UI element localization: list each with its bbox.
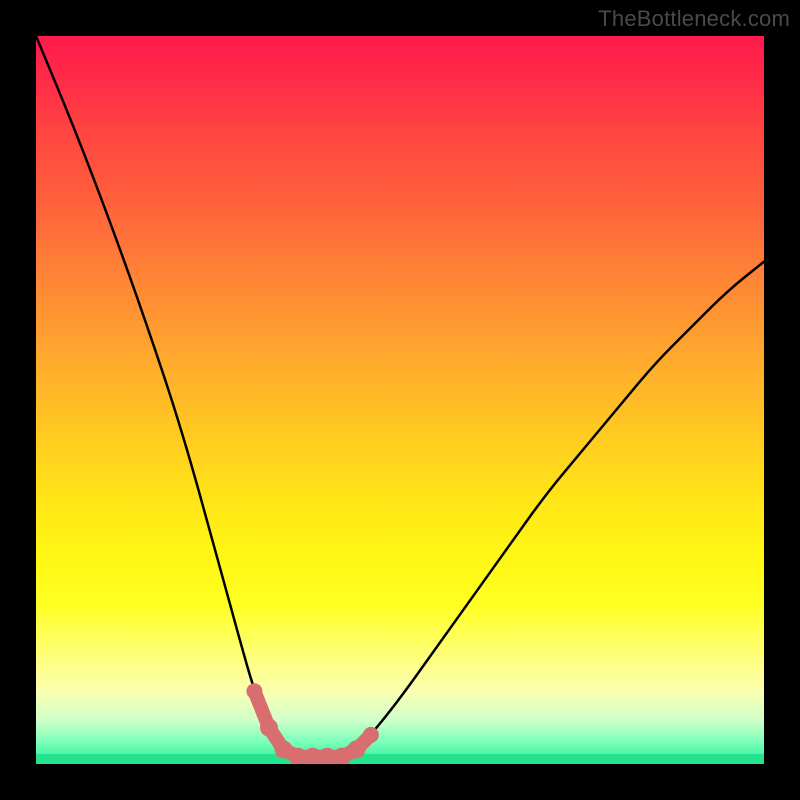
watermark-text: TheBottleneck.com: [598, 6, 790, 32]
trough-markers: [246, 683, 378, 764]
trough-marker: [246, 683, 262, 699]
trough-marker: [347, 740, 365, 758]
curve-layer: [36, 36, 764, 764]
trough-marker: [363, 727, 379, 743]
plot-area: [36, 36, 764, 764]
trough-marker: [260, 719, 278, 737]
outer-frame: TheBottleneck.com: [0, 0, 800, 800]
bottleneck-curve: [36, 36, 764, 757]
